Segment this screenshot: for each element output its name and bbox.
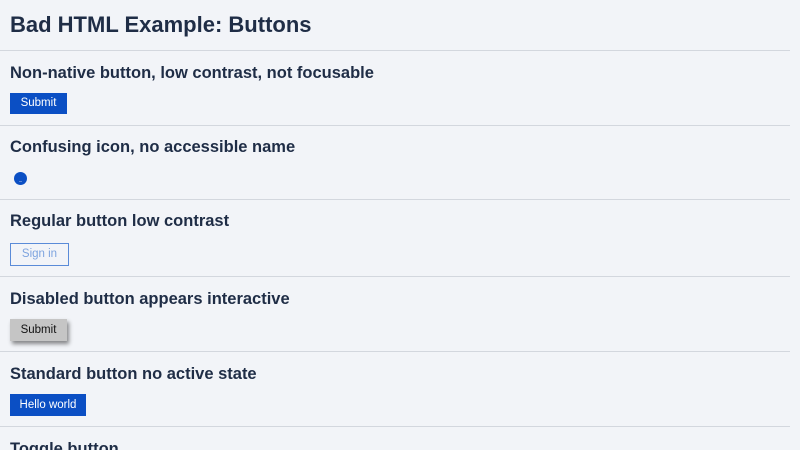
fake-submit-button[interactable]: Submit	[10, 93, 67, 114]
divider	[0, 426, 790, 427]
divider	[0, 351, 790, 352]
sign-in-button[interactable]: Sign in	[10, 243, 69, 266]
circle-icon[interactable]	[14, 172, 27, 185]
divider	[0, 125, 790, 126]
divider	[0, 199, 790, 200]
section-heading-toggle-button: Toggle button	[10, 440, 119, 450]
disabled-submit-button[interactable]: Submit	[10, 319, 67, 341]
section-heading-confusing-icon: Confusing icon, no accessible name	[10, 138, 296, 156]
divider	[0, 276, 790, 277]
page: Bad HTML Example: Buttons Non-native but…	[0, 0, 800, 450]
page-title: Bad HTML Example: Buttons	[10, 12, 312, 37]
hello-world-button[interactable]: Hello world	[10, 394, 86, 416]
divider	[0, 50, 790, 51]
section-heading-standard-button: Standard button no active state	[10, 365, 257, 383]
section-heading-non-native-button: Non-native button, low contrast, not foc…	[10, 64, 374, 82]
section-heading-disabled-button: Disabled button appears interactive	[10, 290, 290, 308]
section-heading-low-contrast-button: Regular button low contrast	[10, 212, 230, 230]
